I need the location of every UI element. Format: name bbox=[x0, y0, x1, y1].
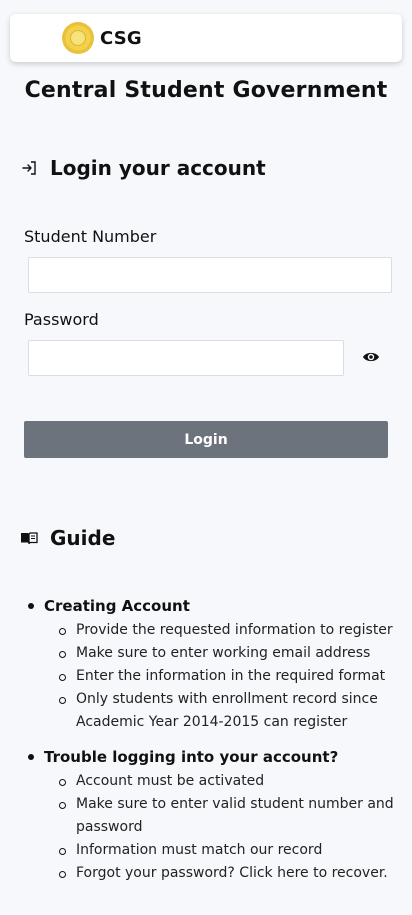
seal-logo-icon[interactable] bbox=[62, 22, 94, 54]
guide-group-title: Creating Account bbox=[24, 595, 404, 617]
login-arrow-icon bbox=[20, 159, 38, 177]
guide-section-label: Guide bbox=[50, 526, 116, 550]
password-input[interactable] bbox=[28, 340, 344, 376]
guide-group: Trouble logging into your account? Accou… bbox=[24, 746, 404, 885]
page-title: Central Student Government bbox=[24, 78, 388, 103]
guide-section-title: Guide bbox=[20, 526, 115, 550]
guide-group-title: Trouble logging into your account? bbox=[24, 746, 404, 768]
book-icon bbox=[20, 529, 38, 547]
eye-icon[interactable] bbox=[362, 349, 380, 363]
login-section-title: Login your account bbox=[20, 156, 266, 180]
guide-list: Creating Account Provide the requested i… bbox=[24, 595, 404, 897]
guide-item: Make sure to enter valid student number … bbox=[59, 793, 404, 839]
login-button[interactable]: Login bbox=[24, 421, 388, 458]
guide-item: Only students with enrollment record sin… bbox=[59, 688, 404, 734]
guide-item: Enter the information in the required fo… bbox=[59, 665, 404, 688]
guide-item: Information must match our record bbox=[59, 839, 404, 862]
guide-item: Make sure to enter working email address bbox=[59, 642, 404, 665]
top-bar: CSG bbox=[10, 14, 402, 62]
student-number-label: Student Number bbox=[24, 227, 157, 246]
guide-item: Provide the requested information to reg… bbox=[59, 619, 404, 642]
login-section-label: Login your account bbox=[50, 156, 266, 180]
student-number-input[interactable] bbox=[28, 257, 392, 293]
brand-name[interactable]: CSG bbox=[100, 28, 142, 49]
recover-password-link[interactable]: Forgot your password? Click here to reco… bbox=[59, 862, 404, 885]
password-label: Password bbox=[24, 310, 99, 329]
guide-item: Account must be activated bbox=[59, 770, 404, 793]
guide-group: Creating Account Provide the requested i… bbox=[24, 595, 404, 734]
